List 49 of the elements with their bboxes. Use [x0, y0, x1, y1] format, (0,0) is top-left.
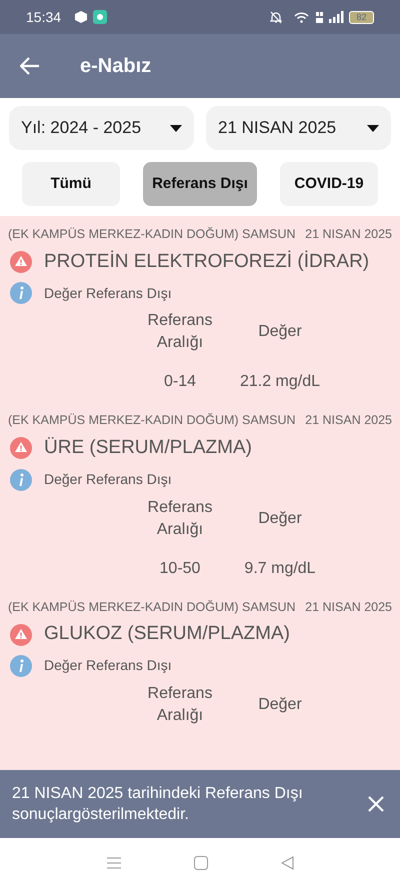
info-icon	[10, 654, 32, 677]
test-name: PROTEİN ELEKTROFOREZİ (İDRAR)	[44, 250, 370, 274]
wifi-icon	[294, 12, 309, 22]
dropdown[interactable]: Yıl: 2024 - 2025	[9, 106, 194, 150]
column-header: Referans Aralığı	[146, 498, 214, 540]
result-value: 9.7 mg/dL	[243, 558, 317, 578]
home-icon[interactable]	[194, 856, 208, 870]
info-icon	[10, 282, 32, 304]
result-date: 21 NISAN 2025	[305, 226, 392, 243]
menu-icon[interactable]	[106, 857, 120, 869]
column-header: Referans Aralığı	[146, 684, 214, 726]
muted-bell-icon	[270, 10, 282, 24]
column-header: Değer	[257, 508, 303, 528]
status-note: Değer Referans Dışı	[44, 284, 172, 303]
back-arrow-icon[interactable]	[20, 57, 40, 75]
column-header: Referans Aralığı	[146, 311, 214, 354]
info-icon	[10, 468, 32, 490]
reference-range: 10-50	[158, 558, 202, 578]
back-icon[interactable]	[280, 856, 294, 870]
hospital-name: (EK KAMPÜS MERKEZ-KADIN DOĞUM) SAMSUN	[8, 226, 296, 243]
battery-indicator: 82	[349, 10, 374, 24]
status-time: 15:34	[26, 8, 62, 26]
app-title: e-Nabız	[80, 54, 152, 79]
result-date: 21 NISAN 2025	[305, 412, 392, 430]
hospital-name: (EK KAMPÜS MERKEZ-KADIN DOĞUM) SAMSUN	[8, 412, 296, 430]
column-header: Değer	[257, 694, 303, 715]
dropdown-caret-icon	[170, 124, 182, 132]
dropdown[interactable]: 21 NISAN 2025	[206, 106, 391, 150]
filter-tab[interactable]: COVID-19	[280, 162, 378, 206]
snackbar-message: 21 NISAN 2025 tarihindeki Referans Dışı sonuçlargösterilmektedir.	[12, 784, 304, 825]
warning-icon	[10, 437, 32, 460]
status-note: Değer Referans Dışı	[44, 656, 172, 676]
test-name: ÜRE (SERUM/PLAZMA)	[44, 436, 252, 460]
result-date: 21 NISAN 2025	[305, 598, 392, 616]
dropdown-caret-icon	[367, 124, 379, 132]
filter-tab[interactable]: Referans Dışı	[143, 162, 257, 206]
filter-tab[interactable]: Tümü	[22, 162, 120, 206]
signal-icon	[329, 11, 344, 23]
status-note: Değer Referans Dışı	[44, 470, 172, 489]
hospital-name: (EK KAMPÜS MERKEZ-KADIN DOĞUM) SAMSUN	[8, 598, 296, 616]
chat-icon	[93, 10, 108, 24]
warning-icon	[10, 624, 32, 646]
reference-range: 0-14	[162, 372, 198, 392]
box-icon	[75, 11, 88, 23]
column-header: Değer	[257, 322, 303, 342]
warning-icon	[10, 251, 32, 273]
close-icon[interactable]	[368, 796, 384, 812]
result-value: 21.2 mg/dL	[238, 372, 322, 392]
test-name: GLUKOZ (SERUM/PLAZMA)	[44, 622, 290, 646]
